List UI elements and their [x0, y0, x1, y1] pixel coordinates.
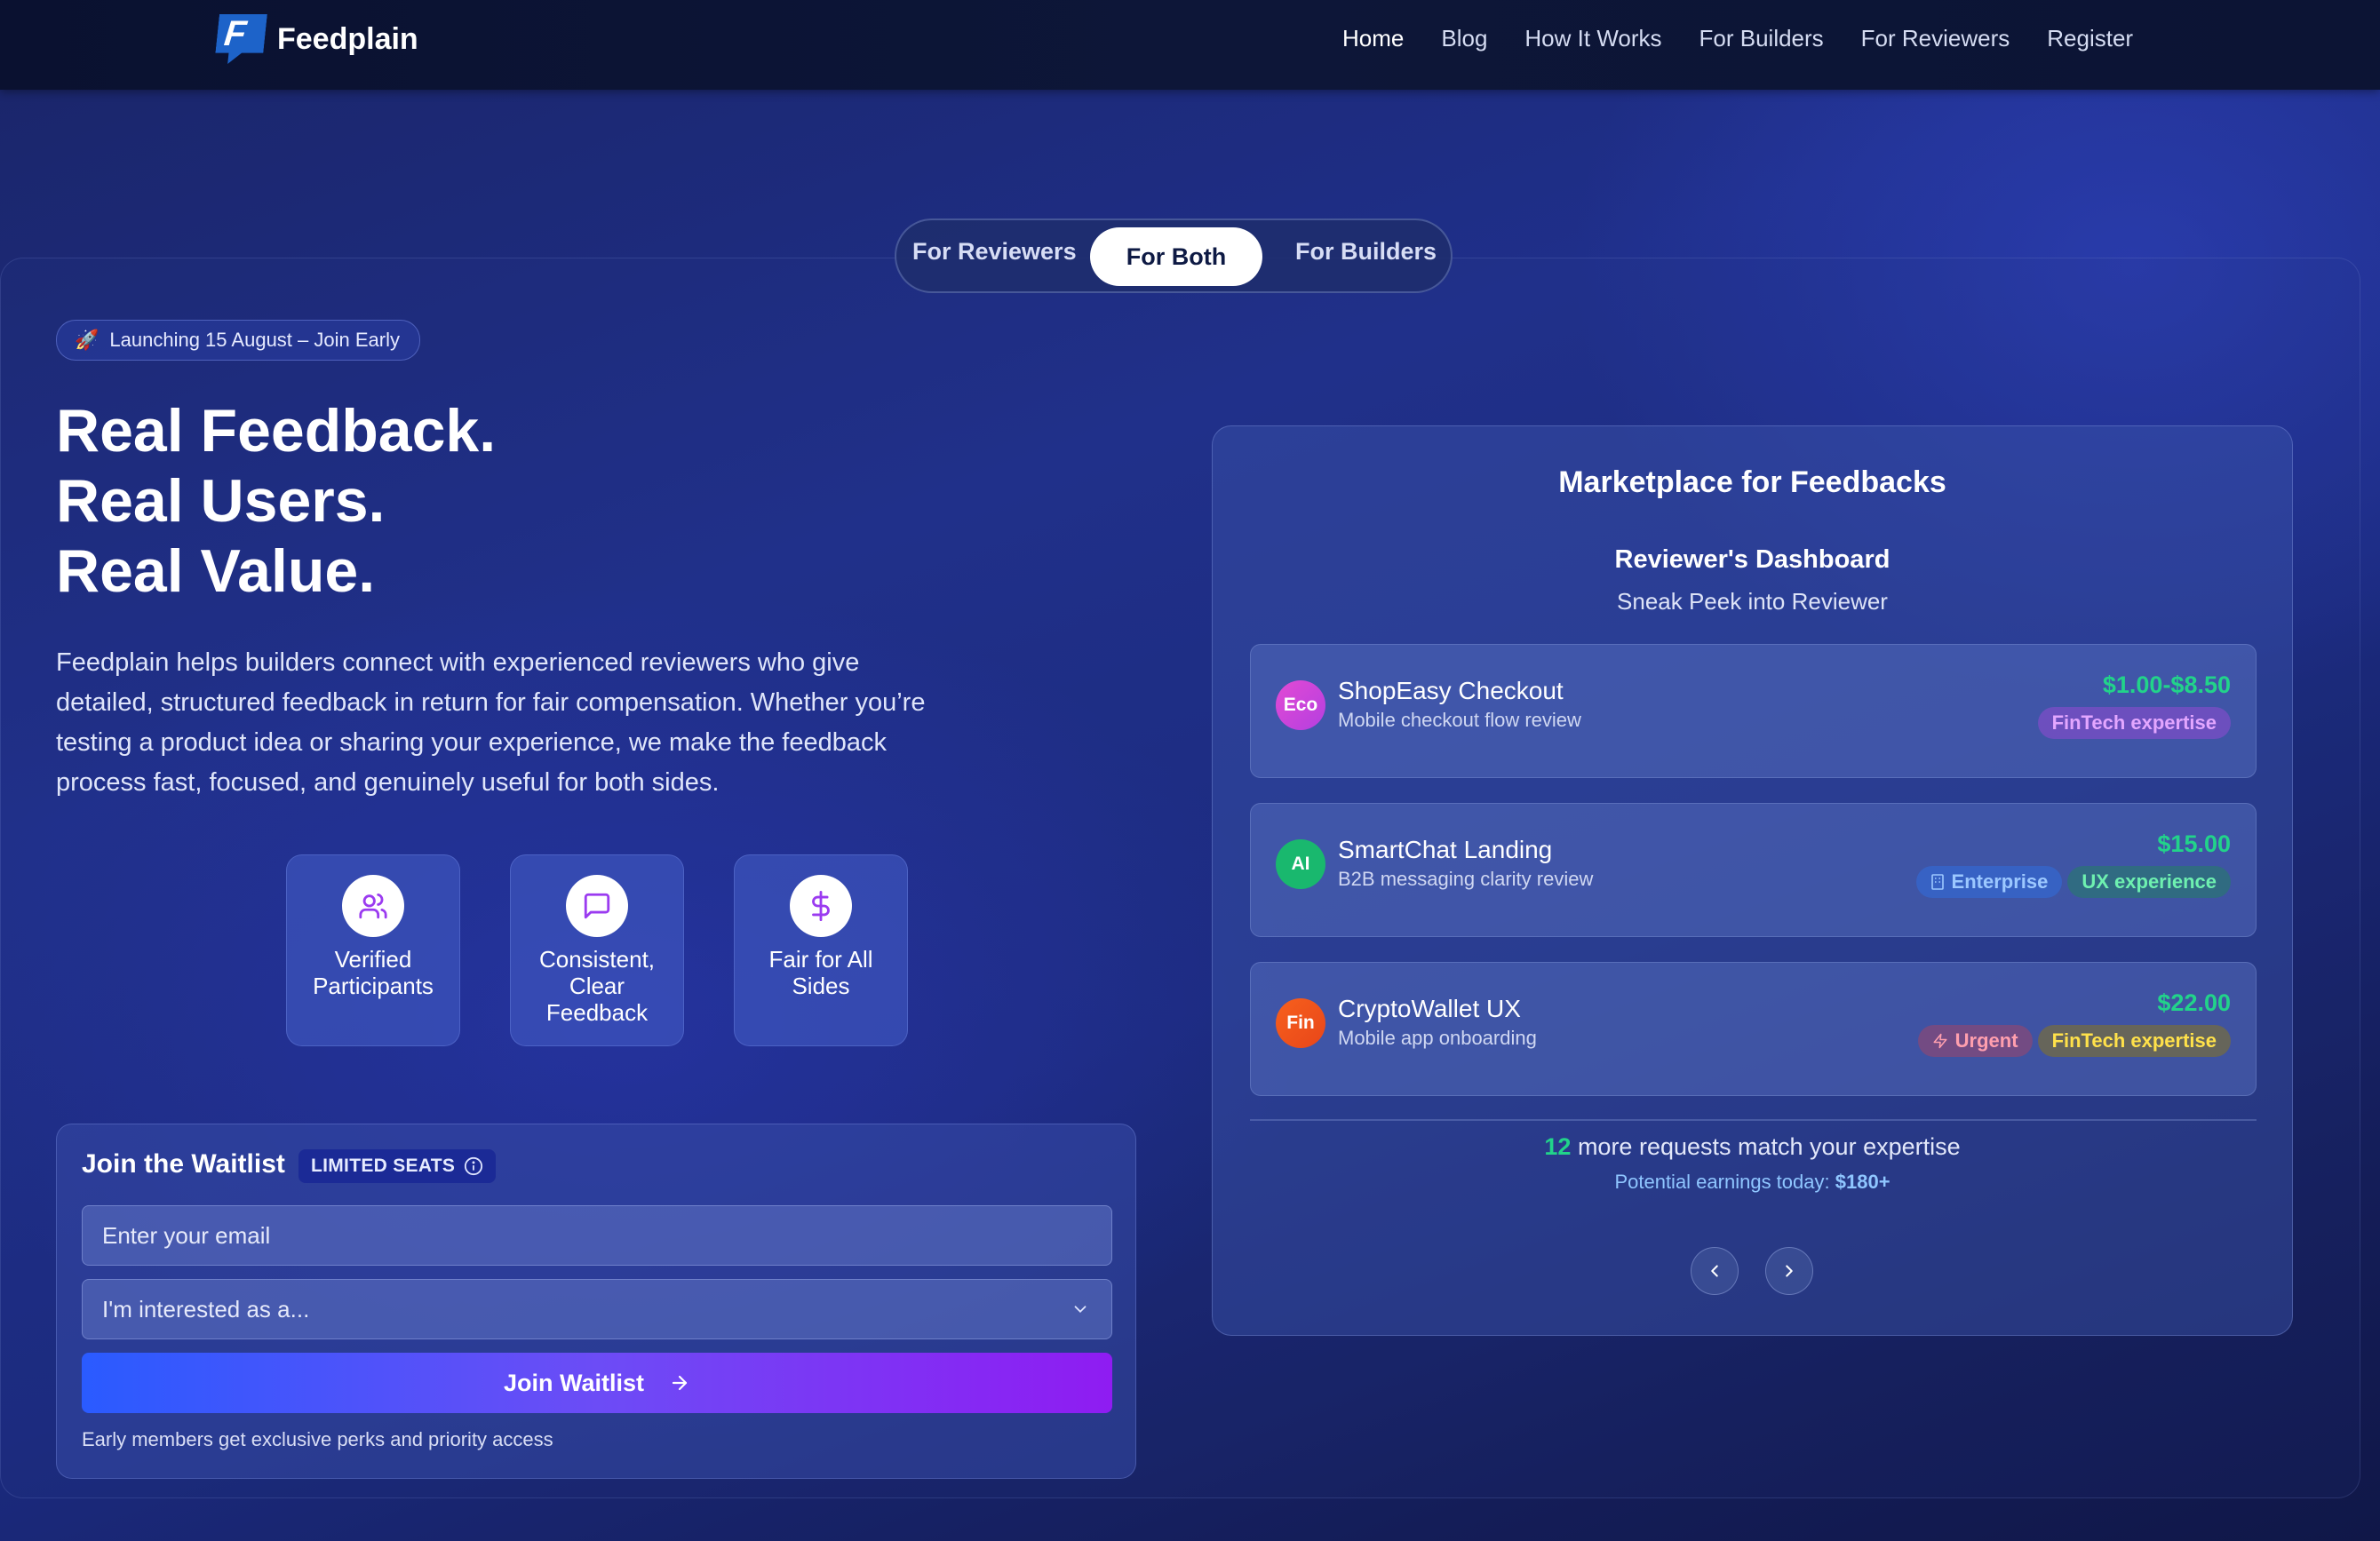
users-icon	[342, 875, 404, 937]
earnings-label: Potential earnings today:	[1614, 1171, 1830, 1193]
feature-card-fair: Fair for All Sides	[734, 854, 908, 1046]
marketplace-title: Marketplace for Feedbacks	[1558, 465, 1946, 499]
launch-badge-text: Launching 15 August – Join Early	[109, 329, 400, 351]
nav-for-builders[interactable]: For Builders	[1699, 25, 1824, 52]
waitlist-title: Join the Waitlist	[82, 1149, 285, 1179]
info-icon	[465, 1156, 483, 1176]
toggle-for-reviewers[interactable]: For Reviewers	[912, 238, 1077, 266]
hero-headline: Real Feedback. Real Users. Real Value.	[56, 396, 496, 607]
feature-label: Fair for All Sides	[768, 946, 873, 999]
request-subtitle: Mobile app onboarding	[1338, 1027, 1537, 1049]
feature-card-verified: Verified Participants	[286, 854, 460, 1046]
message-square-icon	[566, 875, 628, 937]
nav-register[interactable]: Register	[2047, 25, 2133, 52]
limited-seats-text: LIMITED SEATS	[311, 1156, 456, 1176]
nav-how-it-works[interactable]: How It Works	[1524, 25, 1661, 52]
role-select[interactable]: I'm interested as a...	[82, 1279, 1112, 1339]
request-card[interactable]: AI SmartChat Landing B2B messaging clari…	[1250, 803, 2257, 937]
earnings-value: $180+	[1835, 1171, 1890, 1193]
tag-fintech: FinTech expertise	[2037, 1025, 2231, 1057]
rocket-icon: 🚀	[75, 329, 99, 351]
waitlist-form: Join the Waitlist LIMITED SEATS Enter yo…	[56, 1124, 1136, 1479]
role-select-value: I'm interested as a...	[102, 1295, 310, 1323]
tag-label: Enterprise	[1951, 870, 2049, 893]
potential-earnings: Potential earnings today: $180+	[1213, 1171, 2292, 1194]
join-waitlist-button[interactable]: Join Waitlist	[82, 1353, 1112, 1413]
next-button[interactable]	[1765, 1247, 1813, 1295]
tag-label: UX experience	[2082, 870, 2217, 893]
toggle-for-builders[interactable]: For Builders	[1295, 238, 1437, 266]
brand-logo[interactable]: F Feedplain	[217, 14, 418, 64]
request-tags: Urgent FinTech expertise	[1917, 1025, 2231, 1057]
tag-label: FinTech expertise	[2051, 1029, 2217, 1052]
avatar: Fin	[1276, 998, 1325, 1048]
chevron-down-icon	[1074, 1306, 1087, 1314]
headline-line-2: Real Users.	[56, 467, 386, 535]
request-name: SmartChat Landing	[1338, 836, 1553, 863]
chevron-right-icon	[1786, 1265, 1793, 1277]
feature-label: Verified Participants	[313, 946, 434, 999]
headline-line-3: Real Value.	[56, 537, 376, 605]
headline-line-1: Real Feedback.	[56, 397, 497, 465]
more-requests-label: more requests match your expertise	[1577, 1133, 1961, 1160]
tag-urgent: Urgent	[1917, 1025, 2033, 1057]
prev-button[interactable]	[1691, 1247, 1739, 1295]
dashboard-subtitle: Sneak Peek into Reviewer	[1617, 588, 1888, 615]
launch-badge: 🚀 Launching 15 August – Join Early	[56, 320, 420, 361]
top-navbar: F Feedplain Home Blog How It Works For B…	[0, 0, 2380, 90]
request-name: CryptoWallet UX	[1338, 995, 1521, 1022]
waitlist-note: Early members get exclusive perks and pr…	[82, 1428, 553, 1450]
request-card[interactable]: Fin CryptoWallet UX Mobile app onboardin…	[1250, 962, 2257, 1096]
audience-toggle: For Reviewers For Both For Builders	[895, 218, 1453, 293]
tag-label: Urgent	[1954, 1029, 2018, 1052]
dollar-icon	[790, 875, 852, 937]
marketplace-card: Marketplace for Feedbacks Reviewer's Das…	[1212, 425, 2293, 1336]
toggle-for-both[interactable]: For Both	[1090, 227, 1262, 286]
tag-ux-experience: UX experience	[2067, 866, 2231, 898]
logo-letter: F	[222, 14, 249, 53]
logo-mark-icon: F	[214, 14, 267, 64]
request-card[interactable]: Eco ShopEasy Checkout Mobile checkout fl…	[1250, 644, 2257, 778]
feature-card-feedback: Consistent, Clear Feedback	[510, 854, 684, 1046]
more-requests-text: 12 more requests match your expertise	[1213, 1133, 2292, 1161]
hero-description: Feedplain helps builders connect with ex…	[56, 648, 926, 797]
nav-for-reviewers[interactable]: For Reviewers	[1861, 25, 2010, 52]
lightning-icon	[1933, 1033, 1947, 1049]
request-price: $15.00	[2157, 830, 2231, 857]
divider	[1250, 1119, 2257, 1121]
tag-label: FinTech expertise	[2051, 711, 2217, 734]
feature-label: Consistent, Clear Feedback	[538, 946, 656, 1026]
request-subtitle: Mobile checkout flow review	[1338, 709, 1581, 731]
main-nav: Home Blog How It Works For Builders For …	[1342, 25, 2170, 52]
join-waitlist-label: Join Waitlist	[503, 1369, 644, 1396]
more-requests-count: 12	[1544, 1133, 1572, 1160]
request-subtitle: B2B messaging clarity review	[1338, 868, 1594, 890]
request-tags: FinTech expertise	[2037, 707, 2231, 739]
limited-seats-badge[interactable]: LIMITED SEATS	[298, 1149, 497, 1183]
building-icon	[1930, 874, 1944, 890]
dashboard-title: Reviewer's Dashboard	[1614, 545, 1890, 574]
nav-blog[interactable]: Blog	[1441, 25, 1487, 52]
request-price: $1.00-$8.50	[2102, 671, 2231, 698]
brand-name: Feedplain	[277, 21, 418, 56]
avatar: AI	[1276, 839, 1325, 889]
request-tags: Enterprise UX experience	[1915, 866, 2231, 898]
arrow-right-icon	[672, 1375, 688, 1391]
request-price: $22.00	[2157, 989, 2231, 1016]
nav-home[interactable]: Home	[1342, 25, 1404, 52]
email-input[interactable]: Enter your email	[82, 1205, 1112, 1266]
request-name: ShopEasy Checkout	[1338, 677, 1564, 704]
tag-fintech: FinTech expertise	[2037, 707, 2231, 739]
chevron-left-icon	[1711, 1265, 1718, 1277]
avatar: Eco	[1276, 680, 1325, 730]
tag-enterprise: Enterprise	[1915, 866, 2063, 898]
